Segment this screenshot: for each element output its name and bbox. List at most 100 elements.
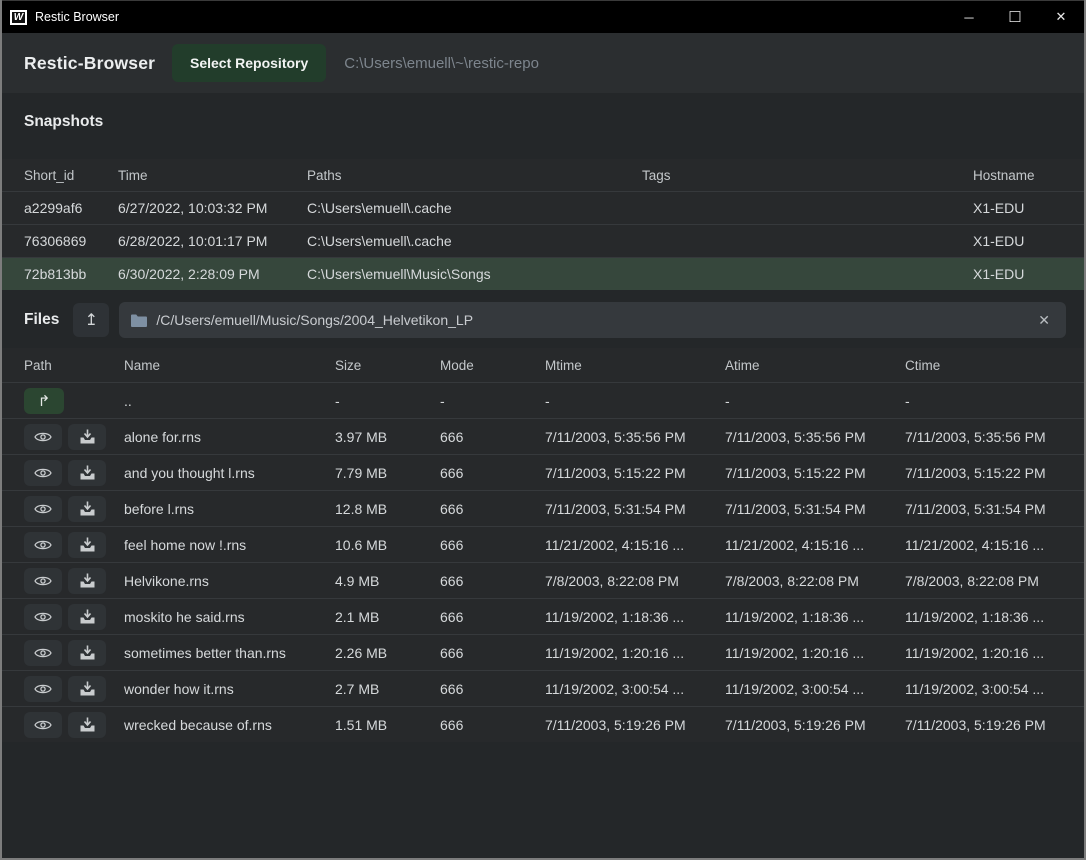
window-title: Restic Browser — [35, 10, 119, 24]
download-file-button[interactable] — [68, 496, 106, 522]
file-mtime: - — [545, 393, 725, 409]
file-mtime: 7/11/2003, 5:19:26 PM — [545, 717, 725, 733]
eye-icon — [34, 682, 52, 696]
preview-file-button[interactable] — [24, 496, 62, 522]
file-size: 2.7 MB — [335, 681, 440, 697]
snapshot-time: 6/27/2022, 10:03:32 PM — [118, 200, 307, 216]
download-icon — [80, 465, 95, 480]
files-section-title: Files — [24, 311, 59, 329]
eye-icon — [34, 646, 52, 660]
preview-file-button[interactable] — [24, 460, 62, 486]
snapshots-section-title: Snapshots — [2, 93, 1084, 149]
column-header-mtime: Mtime — [545, 358, 725, 373]
file-row[interactable]: Helvikone.rns 4.9 MB 666 7/8/2003, 8:22:… — [2, 562, 1084, 598]
file-row[interactable]: wonder how it.rns 2.7 MB 666 11/19/2002,… — [2, 670, 1084, 706]
file-atime: 11/19/2002, 3:00:54 ... — [725, 681, 905, 697]
file-size: - — [335, 393, 440, 409]
column-header-paths: Paths — [307, 168, 642, 183]
file-atime: 11/19/2002, 1:20:16 ... — [725, 645, 905, 661]
file-atime: 7/8/2003, 8:22:08 PM — [725, 573, 905, 589]
maximize-button[interactable]: ☐ — [992, 1, 1038, 33]
file-ctime: 7/11/2003, 5:15:22 PM — [905, 465, 1062, 481]
preview-file-button[interactable] — [24, 604, 62, 630]
file-mtime: 7/11/2003, 5:35:56 PM — [545, 429, 725, 445]
parent-directory-row[interactable]: ↱ .. - - - - - — [2, 382, 1084, 418]
file-row[interactable]: sometimes better than.rns 2.26 MB 666 11… — [2, 634, 1084, 670]
select-repository-button[interactable]: Select Repository — [172, 44, 326, 82]
snapshot-paths: C:\Users\emuell\Music\Songs — [307, 266, 642, 282]
file-name: wonder how it.rns — [124, 681, 335, 697]
snapshot-row-selected[interactable]: 72b813bb 6/30/2022, 2:28:09 PM C:\Users\… — [2, 257, 1084, 290]
go-parent-button[interactable]: ↱ — [24, 388, 64, 414]
file-mtime: 11/21/2002, 4:15:16 ... — [545, 537, 725, 553]
titlebar[interactable]: W Restic Browser ─ ☐ ✕ — [2, 0, 1084, 33]
file-row[interactable]: alone for.rns 3.97 MB 666 7/11/2003, 5:3… — [2, 418, 1084, 454]
eye-icon — [34, 466, 52, 480]
preview-file-button[interactable] — [24, 568, 62, 594]
file-mode: 666 — [440, 465, 545, 481]
file-row[interactable]: moskito he said.rns 2.1 MB 666 11/19/200… — [2, 598, 1084, 634]
file-mtime: 7/11/2003, 5:15:22 PM — [545, 465, 725, 481]
download-file-button[interactable] — [68, 460, 106, 486]
file-ctime: 11/21/2002, 4:15:16 ... — [905, 537, 1062, 553]
file-name: sometimes better than.rns — [124, 645, 335, 661]
up-level-icon: ↥ — [85, 310, 98, 330]
file-mtime: 7/8/2003, 8:22:08 PM — [545, 573, 725, 589]
file-row[interactable]: and you thought l.rns 7.79 MB 666 7/11/2… — [2, 454, 1084, 490]
file-mtime: 7/11/2003, 5:31:54 PM — [545, 501, 725, 517]
download-file-button[interactable] — [68, 640, 106, 666]
clear-path-icon[interactable]: ✕ — [1034, 310, 1054, 331]
snapshot-short-id: 76306869 — [24, 233, 118, 249]
eye-icon — [34, 610, 52, 624]
file-row[interactable]: feel home now !.rns 10.6 MB 666 11/21/20… — [2, 526, 1084, 562]
download-file-button[interactable] — [68, 424, 106, 450]
file-size: 12.8 MB — [335, 501, 440, 517]
column-header-atime: Atime — [725, 358, 905, 373]
file-atime: 7/11/2003, 5:35:56 PM — [725, 429, 905, 445]
download-file-button[interactable] — [68, 532, 106, 558]
minimize-button[interactable]: ─ — [946, 1, 992, 33]
files-header-row: Path Name Size Mode Mtime Atime Ctime — [2, 348, 1084, 382]
file-mode: - — [440, 393, 545, 409]
file-mtime: 11/19/2002, 1:18:36 ... — [545, 609, 725, 625]
snapshot-short-id: a2299af6 — [24, 200, 118, 216]
download-icon — [80, 537, 95, 552]
preview-file-button[interactable] — [24, 532, 62, 558]
snapshot-row[interactable]: 76306869 6/28/2022, 10:01:17 PM C:\Users… — [2, 224, 1084, 257]
eye-icon — [34, 502, 52, 516]
up-level-button[interactable]: ↥ — [73, 303, 109, 337]
current-path-value: /C/Users/emuell/Music/Songs/2004_Helveti… — [156, 312, 1025, 328]
snapshot-row[interactable]: a2299af6 6/27/2022, 10:03:32 PM C:\Users… — [2, 191, 1084, 224]
window-controls: ─ ☐ ✕ — [946, 1, 1084, 33]
snapshot-paths: C:\Users\emuell\.cache — [307, 200, 642, 216]
file-name: feel home now !.rns — [124, 537, 335, 553]
file-name: .. — [124, 393, 335, 409]
app-title: Restic-Browser — [24, 53, 172, 74]
file-row[interactable]: wrecked because of.rns 1.51 MB 666 7/11/… — [2, 706, 1084, 742]
preview-file-button[interactable] — [24, 676, 62, 702]
file-size: 2.1 MB — [335, 609, 440, 625]
file-size: 2.26 MB — [335, 645, 440, 661]
column-header-short-id: Short_id — [24, 168, 118, 183]
file-mode: 666 — [440, 573, 545, 589]
preview-file-button[interactable] — [24, 424, 62, 450]
file-row[interactable]: before l.rns 12.8 MB 666 7/11/2003, 5:31… — [2, 490, 1084, 526]
current-path-input[interactable]: /C/Users/emuell/Music/Songs/2004_Helveti… — [119, 302, 1066, 338]
close-button[interactable]: ✕ — [1038, 1, 1084, 33]
snapshot-short-id: 72b813bb — [24, 266, 118, 282]
file-name: wrecked because of.rns — [124, 717, 335, 733]
download-file-button[interactable] — [68, 604, 106, 630]
download-file-button[interactable] — [68, 676, 106, 702]
file-ctime: 11/19/2002, 1:20:16 ... — [905, 645, 1062, 661]
download-file-button[interactable] — [68, 712, 106, 738]
preview-file-button[interactable] — [24, 640, 62, 666]
download-file-button[interactable] — [68, 568, 106, 594]
files-table: Path Name Size Mode Mtime Atime Ctime ↱ … — [2, 348, 1084, 742]
preview-file-button[interactable] — [24, 712, 62, 738]
snapshots-table: Short_id Time Paths Tags Hostname a2299a… — [2, 149, 1084, 290]
file-mode: 666 — [440, 537, 545, 553]
download-icon — [80, 609, 95, 624]
file-mode: 666 — [440, 609, 545, 625]
column-header-size: Size — [335, 358, 440, 373]
file-size: 7.79 MB — [335, 465, 440, 481]
